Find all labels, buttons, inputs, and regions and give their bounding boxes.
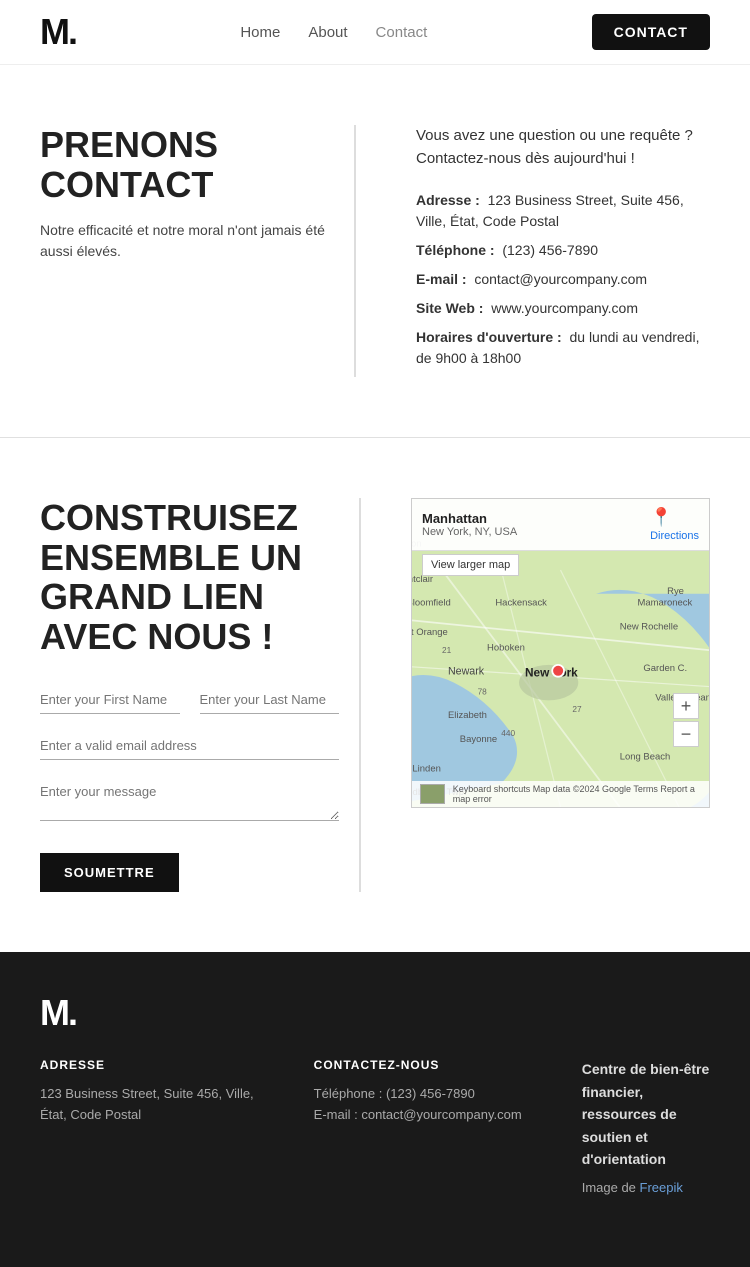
svg-text:Linden: Linden (412, 763, 440, 774)
footer-credits-col: Centre de bien-être financier, ressource… (582, 1058, 710, 1207)
section1-right: Vous avez une question ou une requête ? … (396, 125, 710, 377)
map-footer: Keyboard shortcuts Map data ©2024 Google… (412, 781, 709, 807)
hours-line: Horaires d'ouverture : du lundi au vendr… (416, 327, 710, 369)
map-thumb (420, 784, 445, 804)
svg-text:27: 27 (572, 704, 582, 714)
footer-contact-heading: CONTACTEZ-NOUS (314, 1058, 522, 1072)
svg-text:Garden C.: Garden C. (643, 663, 687, 674)
svg-text:Rye: Rye (667, 586, 684, 597)
map-directions-link[interactable]: Directions (650, 530, 699, 542)
footer-phone: Téléphone : (123) 456-7890 (314, 1084, 522, 1105)
email-label: E-mail : (416, 271, 467, 287)
footer-address-col: ADRESSE 123 Business Street, Suite 456, … (40, 1058, 254, 1207)
first-name-field (40, 686, 180, 714)
map-pin-icon: 📍 (650, 507, 672, 527)
section2-heading: CONSTRUISEZ ENSEMBLE UN GRAND LIEN AVEC … (40, 498, 339, 656)
last-name-input[interactable] (200, 686, 340, 714)
contact-header-button[interactable]: CONTACT (592, 14, 710, 50)
phone-line: Téléphone : (123) 456-7890 (416, 240, 710, 261)
phone-label: Téléphone : (416, 242, 495, 258)
web-value: www.yourcompany.com (491, 300, 638, 316)
message-textarea[interactable] (40, 778, 339, 821)
svg-text:Newark: Newark (448, 665, 485, 677)
section2-left: CONSTRUISEZ ENSEMBLE UN GRAND LIEN AVEC … (40, 498, 361, 892)
svg-text:Hackensack: Hackensack (495, 598, 547, 609)
message-field-wrap (40, 778, 339, 825)
footer-columns: ADRESSE 123 Business Street, Suite 456, … (40, 1058, 710, 1207)
footer-address-heading: ADRESSE (40, 1058, 254, 1072)
footer-credits-text: Centre de bien-être financier, ressource… (582, 1058, 710, 1170)
logo: M. (40, 14, 76, 50)
footer-email: E-mail : contact@yourcompany.com (314, 1105, 522, 1126)
nav-about[interactable]: About (308, 24, 347, 41)
email-line: E-mail : contact@yourcompany.com (416, 269, 710, 290)
map-title: Manhattan (422, 511, 517, 526)
email-value: contact@yourcompany.com (474, 271, 647, 287)
svg-text:78: 78 (478, 686, 488, 696)
svg-text:Long Beach: Long Beach (620, 752, 671, 763)
map-container: Manhattan New York, NY, USA 📍 Directions… (411, 498, 710, 808)
section2-right: Manhattan New York, NY, USA 📍 Directions… (401, 498, 710, 892)
map-footer-text: Keyboard shortcuts Map data ©2024 Google… (453, 784, 701, 804)
section1-left: PRENONS CONTACT Notre efficacité et notr… (40, 125, 356, 377)
nav: Home About Contact (240, 24, 427, 41)
section1-subtext: Notre efficacité et notre moral n'ont ja… (40, 220, 334, 262)
map-larger-link[interactable]: View larger map (422, 554, 519, 576)
web-label: Site Web : (416, 300, 483, 316)
footer-address-lines: 123 Business Street, Suite 456, Ville, É… (40, 1084, 254, 1126)
svg-text:21: 21 (442, 645, 452, 655)
footer-image-credit: Image de Freepik (582, 1178, 710, 1199)
svg-text:Bloomfield: Bloomfield (412, 598, 451, 609)
footer: M. ADRESSE 123 Business Street, Suite 45… (0, 952, 750, 1267)
web-line: Site Web : www.yourcompany.com (416, 298, 710, 319)
section-contact-info: PRENONS CONTACT Notre efficacité et notr… (0, 65, 750, 438)
footer-address-line2: État, Code Postal (40, 1107, 141, 1122)
first-name-input[interactable] (40, 686, 180, 714)
map-subtitle: New York, NY, USA (422, 526, 517, 538)
nav-contact[interactable]: Contact (376, 24, 428, 41)
contact-info: Adresse : 123 Business Street, Suite 456… (416, 190, 710, 369)
address-line: Adresse : 123 Business Street, Suite 456… (416, 190, 710, 232)
map-zoom-out[interactable]: − (673, 721, 699, 747)
svg-text:New Rochelle: New Rochelle (620, 621, 678, 632)
hours-label: Horaires d'ouverture : (416, 329, 562, 345)
email-input[interactable] (40, 732, 339, 760)
svg-text:Elizabeth: Elizabeth (448, 710, 487, 721)
section1-heading: PRENONS CONTACT (40, 125, 334, 204)
svg-text:Mamaroneck: Mamaroneck (638, 598, 693, 609)
freepik-link[interactable]: Freepik (640, 1180, 683, 1195)
footer-logo: M. (40, 992, 710, 1034)
section1-intro: Vous avez une question ou une requête ? … (416, 125, 710, 170)
submit-button[interactable]: SOUMETTRE (40, 853, 179, 892)
section-form-map: CONSTRUISEZ ENSEMBLE UN GRAND LIEN AVEC … (0, 438, 750, 952)
form-name-row (40, 686, 339, 714)
map-info-bar: Manhattan New York, NY, USA 📍 Directions (412, 499, 709, 551)
svg-text:New York: New York (525, 666, 578, 680)
address-label: Adresse : (416, 192, 480, 208)
footer-address-line1: 123 Business Street, Suite 456, Ville, (40, 1086, 254, 1101)
map-zoom-in[interactable]: + (673, 693, 699, 719)
svg-text:East Orange: East Orange (412, 627, 448, 638)
svg-text:Bayonne: Bayonne (460, 734, 497, 745)
phone-value: (123) 456-7890 (502, 242, 598, 258)
svg-text:Hoboken: Hoboken (487, 643, 525, 654)
svg-text:440: 440 (501, 728, 515, 738)
footer-contact-col: CONTACTEZ-NOUS Téléphone : (123) 456-789… (314, 1058, 522, 1207)
nav-home[interactable]: Home (240, 24, 280, 41)
map-info-left: Manhattan New York, NY, USA (422, 511, 517, 538)
last-name-field (200, 686, 340, 714)
email-field-wrap (40, 732, 339, 760)
map-zoom-controls: + − (673, 693, 699, 747)
map-info-right: 📍 Directions (650, 507, 699, 542)
